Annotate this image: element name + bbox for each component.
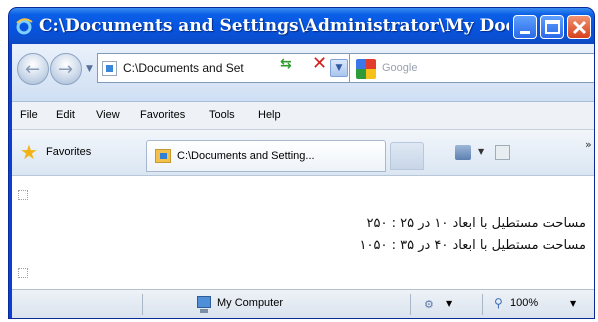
menu-file[interactable]: File	[20, 109, 38, 121]
favorites-button[interactable]: Favorites	[46, 146, 91, 158]
menu-favorites[interactable]: Favorites	[140, 109, 185, 121]
protected-mode-icon[interactable]: ⚙	[424, 298, 434, 311]
page-icon	[102, 61, 117, 76]
scroll-marker-bottom	[18, 268, 28, 278]
address-dropdown-button[interactable]: ▼	[330, 59, 348, 77]
status-separator	[410, 294, 411, 315]
toolbar-overflow-icon[interactable]: »	[585, 138, 592, 151]
search-input[interactable]: Google	[382, 62, 417, 74]
tab-current-page[interactable]: C:\Documents and Setting...	[146, 140, 386, 172]
menu-bar: File Edit View Favorites Tools Help	[12, 102, 594, 130]
menu-help[interactable]: Help	[258, 109, 281, 121]
maximize-icon	[545, 20, 560, 34]
close-button[interactable]	[567, 15, 591, 39]
menu-view[interactable]: View	[96, 109, 120, 121]
tab-label: C:\Documents and Setting...	[177, 150, 315, 162]
navigation-bar: ← → ▼ C:\Documents and Set ▼ ⇆ ✕ Google	[12, 44, 594, 102]
google-icon	[356, 59, 376, 79]
magnifier-icon[interactable]: ⚲	[494, 296, 503, 310]
scroll-marker-top	[18, 190, 28, 200]
browser-window: C:\Documents and Settings\Administrator\…	[9, 8, 594, 318]
chevron-down-icon: ▼	[335, 63, 343, 73]
result-line: مساحت مستطیل با ابعاد ۴۰ در ۳۵ : ۱۰۵۰	[359, 238, 586, 253]
result-line: مساحت مستطیل با ابعاد ۱۰ در ۲۵ : ۲۵۰	[366, 216, 587, 231]
forward-button[interactable]: →	[50, 53, 82, 85]
zoom-dropdown[interactable]: ▼	[570, 299, 576, 308]
computer-icon	[197, 296, 211, 313]
zoom-level[interactable]: 100%	[510, 297, 538, 309]
back-button[interactable]: ←	[17, 53, 49, 85]
minimize-icon	[520, 31, 530, 34]
status-separator	[482, 294, 483, 315]
status-bar: My Computer ⚙ ▼ ⚲ 100% ▼	[12, 289, 594, 318]
close-icon	[572, 20, 587, 35]
page-content: مساحت مستطیل با ابعاد ۱۰ در ۲۵ : ۲۵۰ مسا…	[12, 176, 594, 289]
security-zone-label: My Computer	[217, 297, 284, 309]
status-separator	[142, 294, 143, 315]
stop-icon[interactable]: ✕	[312, 53, 327, 74]
home-icon[interactable]	[455, 145, 471, 160]
address-input[interactable]: C:\Documents and Set	[123, 61, 303, 75]
forward-arrow-icon: →	[58, 59, 74, 80]
refresh-icon[interactable]: ⇆	[280, 56, 292, 72]
menu-tools[interactable]: Tools	[209, 109, 235, 121]
menu-edit[interactable]: Edit	[56, 109, 75, 121]
title-bar[interactable]: C:\Documents and Settings\Administrator\…	[9, 8, 594, 44]
internet-explorer-icon	[16, 18, 33, 35]
back-arrow-icon: ←	[25, 59, 41, 80]
favorites-bar: ★ Favorites C:\Documents and Setting... …	[12, 130, 594, 176]
star-icon[interactable]: ★	[20, 142, 38, 162]
window-title: C:\Documents and Settings\Administrator\…	[39, 16, 509, 36]
home-dropdown[interactable]: ▼	[478, 147, 484, 156]
folder-page-icon	[155, 149, 171, 163]
feed-icon[interactable]	[495, 145, 510, 160]
minimize-button[interactable]	[513, 15, 537, 39]
new-tab-button[interactable]	[390, 142, 424, 170]
search-box[interactable]: Google	[349, 53, 594, 83]
maximize-button[interactable]	[540, 15, 564, 39]
recent-pages-dropdown[interactable]: ▼	[86, 64, 93, 74]
protected-mode-dropdown[interactable]: ▼	[446, 299, 452, 308]
